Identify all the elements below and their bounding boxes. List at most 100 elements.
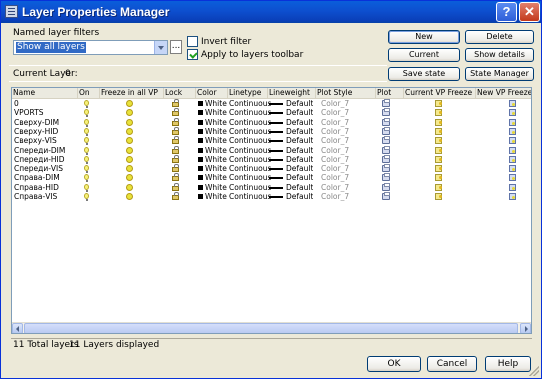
sun-icon[interactable] — [126, 146, 133, 154]
padlock-icon[interactable] — [172, 173, 179, 182]
column-linetype[interactable]: Linetype — [228, 88, 268, 99]
sun-icon[interactable] — [126, 127, 133, 135]
column-current-vp-freeze[interactable]: Current VP Freeze — [404, 88, 476, 99]
padlock-icon[interactable] — [172, 126, 179, 135]
new-vp-freeze-icon[interactable] — [509, 146, 516, 154]
lightbulb-icon[interactable] — [84, 174, 89, 183]
new-vp-freeze-icon[interactable] — [509, 193, 516, 200]
vp-freeze-icon[interactable] — [435, 155, 442, 163]
padlock-icon[interactable] — [172, 145, 179, 154]
table-row[interactable]: Справа-VIS White Continuous Default Color_7 — [12, 192, 531, 201]
delete-layer-button[interactable]: Delete — [465, 30, 534, 44]
lightbulb-icon[interactable] — [84, 118, 89, 127]
sun-icon[interactable] — [126, 137, 133, 145]
new-vp-freeze-icon[interactable] — [509, 165, 516, 173]
table-row[interactable]: Спереди-VIS White Continuous Default Color_7 — [12, 164, 531, 174]
printer-icon[interactable] — [382, 108, 390, 117]
padlock-icon[interactable] — [172, 136, 179, 145]
sun-icon[interactable] — [126, 165, 133, 173]
lightbulb-icon[interactable] — [84, 165, 89, 174]
scroll-left-icon[interactable] — [12, 323, 23, 333]
column-lock[interactable]: Lock — [164, 88, 196, 99]
column-freeze[interactable]: Freeze in all VP — [100, 88, 164, 99]
padlock-icon[interactable] — [172, 164, 179, 173]
vp-freeze-icon[interactable] — [435, 165, 442, 173]
new-layer-button[interactable]: New — [388, 30, 460, 44]
help-button[interactable]: Help — [485, 356, 531, 372]
table-row[interactable]: 0 White Continuous Default Color_7 — [12, 99, 531, 108]
vp-freeze-icon[interactable] — [435, 109, 442, 117]
show-details-button[interactable]: Show details — [465, 48, 534, 62]
vp-freeze-icon[interactable] — [435, 146, 442, 154]
chevron-down-icon[interactable] — [154, 41, 167, 54]
cancel-button[interactable]: Cancel — [427, 356, 477, 372]
padlock-icon[interactable] — [172, 108, 179, 117]
invert-filter-checkbox[interactable] — [187, 36, 198, 47]
new-vp-freeze-icon[interactable] — [509, 137, 516, 145]
ok-button[interactable]: OK — [367, 356, 421, 372]
lightbulb-icon[interactable] — [84, 146, 89, 155]
printer-icon[interactable] — [382, 145, 390, 154]
scrollbar-thumb[interactable] — [24, 323, 518, 333]
resize-grip-icon[interactable] — [529, 366, 539, 376]
save-state-button[interactable]: Save state — [388, 67, 460, 81]
column-new-vp-freeze[interactable]: New VP Freeze — [476, 88, 531, 99]
lightbulb-icon[interactable] — [84, 155, 89, 164]
vp-freeze-icon[interactable] — [435, 193, 442, 200]
new-vp-freeze-icon[interactable] — [509, 155, 516, 163]
table-row[interactable]: VPORTS White Continuous Default Color_7 — [12, 108, 531, 118]
column-color[interactable]: Color — [196, 88, 228, 99]
named-filters-select[interactable]: Show all layers — [13, 40, 168, 55]
sun-icon[interactable] — [126, 100, 133, 107]
new-vp-freeze-icon[interactable] — [509, 183, 516, 191]
new-vp-freeze-icon[interactable] — [509, 100, 516, 107]
vp-freeze-icon[interactable] — [435, 100, 442, 107]
printer-icon[interactable] — [382, 182, 390, 191]
vp-freeze-icon[interactable] — [435, 183, 442, 191]
title-close-button[interactable]: ✕ — [519, 2, 540, 22]
vp-freeze-icon[interactable] — [435, 127, 442, 135]
printer-icon[interactable] — [382, 99, 390, 107]
padlock-icon[interactable] — [172, 192, 179, 200]
sun-icon[interactable] — [126, 118, 133, 126]
new-vp-freeze-icon[interactable] — [509, 109, 516, 117]
printer-icon[interactable] — [382, 164, 390, 173]
padlock-icon[interactable] — [172, 117, 179, 126]
sun-icon[interactable] — [126, 174, 133, 182]
padlock-icon[interactable] — [172, 154, 179, 163]
padlock-icon[interactable] — [172, 182, 179, 191]
column-lineweight[interactable]: Lineweight — [268, 88, 316, 99]
printer-icon[interactable] — [382, 117, 390, 126]
lightbulb-icon[interactable] — [84, 193, 89, 201]
printer-icon[interactable] — [382, 126, 390, 135]
table-row[interactable]: Справа-DIM White Continuous Default Color_7 — [12, 173, 531, 183]
new-vp-freeze-icon[interactable] — [509, 127, 516, 135]
column-plot[interactable]: Plot — [376, 88, 404, 99]
title-help-button[interactable]: ? — [496, 2, 517, 22]
state-manager-button[interactable]: State Manager — [465, 67, 534, 81]
printer-icon[interactable] — [382, 154, 390, 163]
column-plot-style[interactable]: Plot Style — [316, 88, 376, 99]
table-row[interactable]: Спереди-HID White Continuous Default Color_7 — [12, 154, 531, 164]
new-vp-freeze-icon[interactable] — [509, 118, 516, 126]
printer-icon[interactable] — [382, 173, 390, 182]
new-vp-freeze-icon[interactable] — [509, 174, 516, 182]
lightbulb-icon[interactable] — [84, 127, 89, 136]
padlock-icon[interactable] — [172, 99, 179, 107]
vp-freeze-icon[interactable] — [435, 174, 442, 182]
scroll-right-icon[interactable] — [520, 323, 531, 333]
title-bar[interactable]: Layer Properties Manager ? ✕ — [1, 1, 541, 23]
sun-icon[interactable] — [126, 155, 133, 163]
vp-freeze-icon[interactable] — [435, 137, 442, 145]
apply-toolbar-checkbox[interactable] — [187, 49, 198, 60]
lightbulb-icon[interactable] — [84, 183, 89, 192]
column-name[interactable]: Name — [12, 88, 78, 99]
set-current-button[interactable]: Current — [388, 48, 460, 62]
table-row[interactable]: Спереди-DIM White Continuous Default Color_7 — [12, 145, 531, 155]
lightbulb-icon[interactable] — [84, 137, 89, 146]
layers-table[interactable]: Name On Freeze in all VP Lock Color Line… — [11, 87, 532, 334]
table-row[interactable]: Сверху-VIS White Continuous Default Color_7 — [12, 136, 531, 146]
printer-icon[interactable] — [382, 192, 390, 200]
lightbulb-icon[interactable] — [84, 109, 89, 118]
printer-icon[interactable] — [382, 136, 390, 145]
